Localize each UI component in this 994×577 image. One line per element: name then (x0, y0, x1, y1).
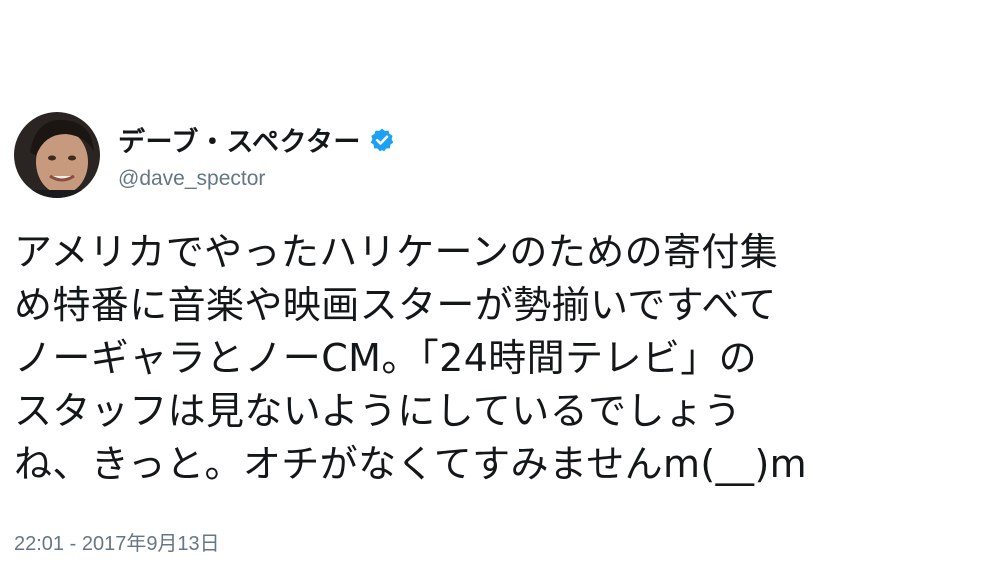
tweet-text: アメリカでやったハリケーンのための寄付集 め特番に音楽や映画スターが勢揃いですべ… (14, 226, 979, 491)
tweet-text-line: め特番に音楽や映画スターが勢揃いですべて (14, 283, 777, 327)
verified-badge-icon (369, 127, 395, 153)
tweet-text-line: アメリカでやったハリケーンのための寄付集 (14, 230, 779, 274)
tweet-text-line: スタッフは見ないようにしているでしょう (14, 389, 742, 433)
tweet-card: デーブ・スペクター @dave_spector アメリカでやったハリケーンのため… (0, 0, 994, 577)
name-row: デーブ・スペクター (118, 120, 395, 159)
author-handle[interactable]: @dave_spector (118, 167, 395, 191)
avatar[interactable] (14, 112, 100, 198)
tweet-timestamp[interactable]: 22:01 - 2017年9月13日 (14, 527, 220, 556)
tweet-text-line: ね、きっと。オチがなくてすみませんm(__)m (14, 442, 808, 486)
avatar-photo-icon (14, 112, 100, 198)
author-names: デーブ・スペクター @dave_spector (118, 120, 395, 191)
tweet-header: デーブ・スペクター @dave_spector (14, 112, 395, 202)
display-name[interactable]: デーブ・スペクター (118, 120, 361, 159)
tweet-text-line: ノーギャラとノーCM。「24時間テレビ」の (14, 336, 758, 380)
